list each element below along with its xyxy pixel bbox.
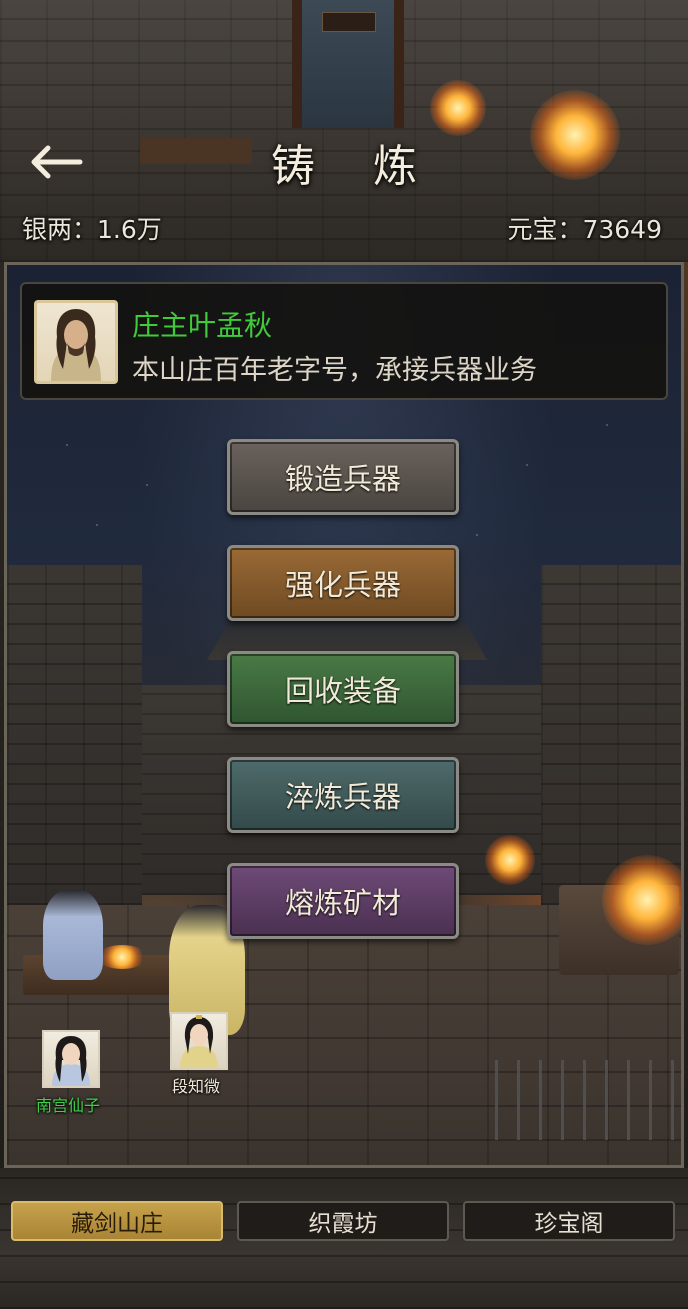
- ingot-balance: 元宝：73649: [507, 215, 662, 244]
- glowing-blade: [97, 945, 147, 969]
- npc-description: 本山庄百年老字号，承接兵器业务: [132, 355, 537, 386]
- tab-treasure-pavilion[interactable]: 珍宝阁: [463, 1201, 675, 1241]
- forge-weapon-button[interactable]: 锻造兵器: [227, 439, 459, 515]
- character-portrait-nangong[interactable]: [42, 1030, 100, 1088]
- tab-zhixia-workshop[interactable]: 织霞坊: [237, 1201, 449, 1241]
- character-portrait-duan[interactable]: [170, 1012, 228, 1070]
- enhance-weapon-button[interactable]: 强化兵器: [227, 545, 459, 621]
- temper-weapon-button[interactable]: 淬炼兵器: [227, 757, 459, 833]
- male-portrait-icon: [180, 1015, 218, 1068]
- master-portrait-icon: [51, 309, 101, 381]
- forge-screen: 铸 炼 银两：1.6万 元宝：73649 庄主叶孟秋 本山庄百年老字号，承接兵器…: [0, 0, 688, 1309]
- smelt-ore-button[interactable]: 熔炼矿材: [227, 863, 459, 939]
- silver-balance: 银两：1.6万: [22, 215, 162, 244]
- door-plaque: [322, 12, 376, 32]
- tab-cangjian-manor[interactable]: 藏剑山庄: [11, 1201, 223, 1241]
- npc-avatar: [34, 300, 118, 384]
- furnace-fire-right: [602, 855, 681, 945]
- page-title: 铸 炼: [271, 141, 439, 192]
- recycle-equipment-button[interactable]: 回收装备: [227, 651, 459, 727]
- female-disciple-figure: [43, 890, 103, 980]
- weapon-rack: [495, 1060, 675, 1140]
- npc-name: 庄主叶孟秋: [132, 309, 273, 342]
- brazier-fire: [430, 80, 486, 136]
- brazier-fire-right: [485, 835, 535, 885]
- npc-card: 庄主叶孟秋 本山庄百年老字号，承接兵器业务: [20, 282, 668, 400]
- character-name-duan: 段知微: [172, 1077, 221, 1096]
- character-name-nangong: 南宫仙子: [36, 1096, 101, 1115]
- female-portrait-icon: [52, 1036, 90, 1086]
